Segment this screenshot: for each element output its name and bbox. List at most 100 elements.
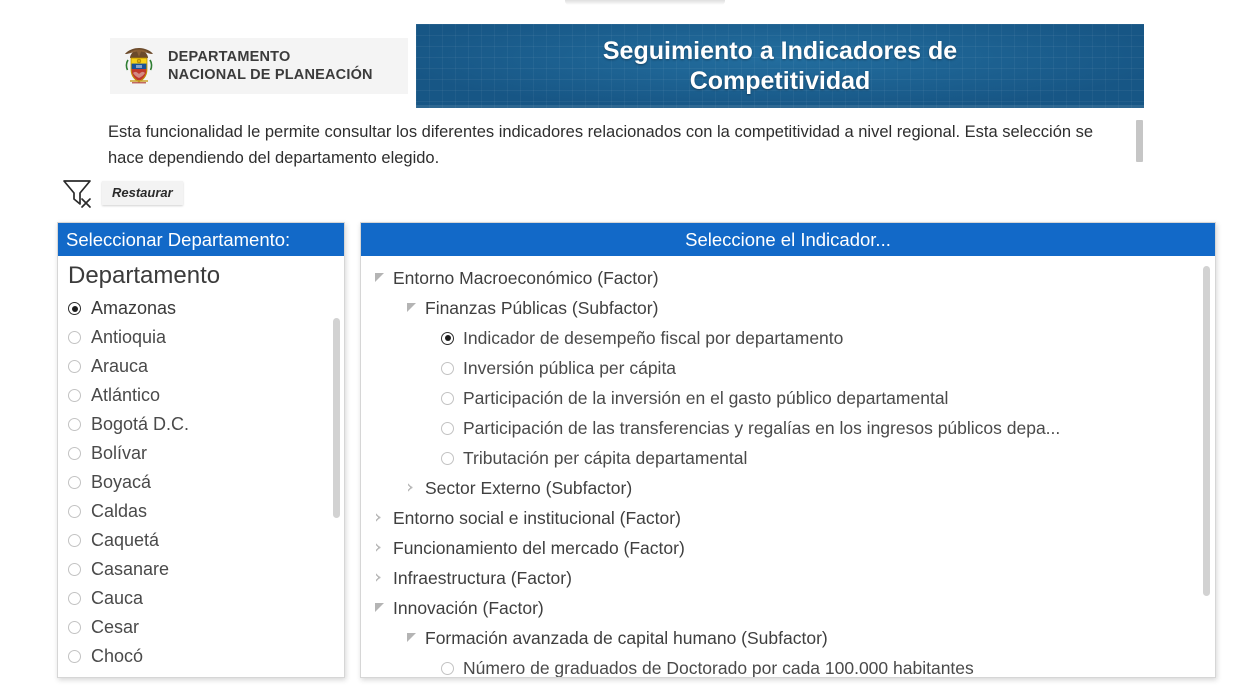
department-option-label: Chocó xyxy=(91,646,144,666)
indicator-group-row[interactable]: Funcionamiento del mercado (Factor) xyxy=(361,533,1215,563)
indicator-option-label: Tributación per cápita departamental xyxy=(463,447,748,468)
indicator-option-label: Número de graduados de Doctorado por cad… xyxy=(463,657,974,678)
radio-unselected-icon[interactable] xyxy=(68,447,81,460)
description-scrollbar-thumb[interactable] xyxy=(1136,120,1143,162)
radio-unselected-icon[interactable] xyxy=(68,389,81,402)
department-option-label: Casanare xyxy=(91,559,170,579)
chevron-down-icon[interactable] xyxy=(407,633,417,643)
app-title: Seguimiento a Indicadores de Competitivi… xyxy=(602,37,958,95)
department-option[interactable]: Amazonas xyxy=(68,294,344,323)
indicator-group-row[interactable]: Entorno Macroeconómico (Factor) xyxy=(361,263,1215,293)
department-option[interactable]: Caldas xyxy=(68,497,344,526)
chevron-down-icon[interactable] xyxy=(375,273,385,283)
indicator-scrollbar-track[interactable] xyxy=(1202,262,1211,662)
department-panel-body: Departamento Amazonas Antioquia Arauca Atlá… xyxy=(58,256,344,677)
radio-unselected-icon[interactable] xyxy=(68,650,81,663)
chevron-right-icon[interactable] xyxy=(407,483,417,493)
department-scrollbar-track[interactable] xyxy=(332,312,341,672)
radio-unselected-icon[interactable] xyxy=(441,391,454,405)
radio-selected-icon[interactable] xyxy=(68,302,81,315)
indicator-group-row[interactable]: Sector Externo (Subfactor) xyxy=(361,473,1215,503)
indicator-group-label: Sector Externo (Subfactor) xyxy=(425,477,633,498)
radio-unselected-icon[interactable] xyxy=(68,505,81,518)
indicator-group-label: Entorno Macroeconómico (Factor) xyxy=(393,267,659,288)
department-option-label: Boyacá xyxy=(91,472,152,492)
indicator-option[interactable]: Participación de la inversión en el gast… xyxy=(361,383,1215,413)
indicator-group-label: Infraestructura (Factor) xyxy=(393,567,572,588)
department-option-label: Amazonas xyxy=(91,298,177,318)
chevron-down-icon[interactable] xyxy=(375,603,385,613)
radio-unselected-icon[interactable] xyxy=(68,331,81,344)
indicator-group-label: Formación avanzada de capital humano (Su… xyxy=(425,627,828,648)
indicator-group-row[interactable]: Infraestructura (Factor) xyxy=(361,563,1215,593)
indicator-group-label: Finanzas Públicas (Subfactor) xyxy=(425,297,659,318)
radio-unselected-icon[interactable] xyxy=(68,534,81,547)
radio-unselected-icon[interactable] xyxy=(68,360,81,373)
department-panel: Seleccionar Departamento: Departamento A… xyxy=(57,222,345,678)
indicator-option[interactable]: Número de graduados de Doctorado por cad… xyxy=(361,653,1215,677)
radio-selected-icon[interactable] xyxy=(441,331,454,345)
department-option[interactable]: Atlántico xyxy=(68,381,344,410)
indicator-tree[interactable]: Entorno Macroeconómico (Factor) Finanzas … xyxy=(361,256,1215,677)
department-option[interactable]: Cauca xyxy=(68,584,344,613)
radio-unselected-icon[interactable] xyxy=(68,476,81,489)
department-option[interactable]: Casanare xyxy=(68,555,344,584)
indicator-option[interactable]: Tributación per cápita departamental xyxy=(361,443,1215,473)
department-option[interactable]: Bogotá D.C. xyxy=(68,410,344,439)
department-panel-header: Seleccionar Departamento: xyxy=(58,223,344,256)
app-title-banner: Seguimiento a Indicadores de Competitivi… xyxy=(416,24,1144,108)
department-option-label: Atlántico xyxy=(91,385,161,405)
indicator-group-label: Funcionamiento del mercado (Factor) xyxy=(393,537,685,558)
radio-unselected-icon[interactable] xyxy=(441,451,454,465)
indicator-group-label: Entorno social e institucional (Factor) xyxy=(393,507,681,528)
radio-unselected-icon[interactable] xyxy=(441,421,454,435)
indicator-option[interactable]: Participación de las transferencias y re… xyxy=(361,413,1215,443)
indicator-scrollbar-thumb[interactable] xyxy=(1203,266,1210,596)
department-radio-list[interactable]: Amazonas Antioquia Arauca Atlántico Bogotá D… xyxy=(58,294,344,671)
department-option-label: Caldas xyxy=(91,501,148,521)
indicator-option-label: Inversión pública per cápita xyxy=(463,357,677,378)
chevron-down-icon[interactable] xyxy=(407,303,417,313)
department-option-label: Arauca xyxy=(91,356,149,376)
radio-unselected-icon[interactable] xyxy=(68,592,81,605)
department-option-label: Cauca xyxy=(91,588,144,608)
department-option[interactable]: Boyacá xyxy=(68,468,344,497)
chevron-right-icon[interactable] xyxy=(375,543,385,553)
organization-name: DEPARTAMENTO NACIONAL DE PLANEACIÓN xyxy=(168,48,373,83)
radio-unselected-icon[interactable] xyxy=(441,361,454,375)
department-option[interactable]: Cesar xyxy=(68,613,344,642)
department-option[interactable]: Arauca xyxy=(68,352,344,381)
department-option[interactable]: Antioquia xyxy=(68,323,344,352)
department-scrollbar-thumb[interactable] xyxy=(333,318,340,518)
indicator-group-row[interactable]: Finanzas Públicas (Subfactor) xyxy=(361,293,1215,323)
indicator-group-row[interactable]: Innovación (Factor) xyxy=(361,593,1215,623)
indicator-option[interactable]: Inversión pública per cápita xyxy=(361,353,1215,383)
radio-unselected-icon[interactable] xyxy=(441,661,454,675)
indicator-panel-header: Seleccione el Indicador... xyxy=(361,223,1215,256)
department-option[interactable]: Bolívar xyxy=(68,439,344,468)
department-option-label: Bogotá D.C. xyxy=(91,414,190,434)
indicator-option-label: Participación de las transferencias y re… xyxy=(463,417,1061,438)
indicator-group-row[interactable]: Entorno social e institucional (Factor) xyxy=(361,503,1215,533)
radio-unselected-icon[interactable] xyxy=(68,563,81,576)
department-group-label: Departamento xyxy=(68,262,221,289)
department-option[interactable]: Caquetá xyxy=(68,526,344,555)
department-option-label: Bolívar xyxy=(91,443,148,463)
radio-unselected-icon[interactable] xyxy=(68,418,81,431)
organization-logo-block: DEPARTAMENTO NACIONAL DE PLANEACIÓN xyxy=(110,38,408,94)
clear-filter-icon[interactable] xyxy=(60,175,96,211)
radio-unselected-icon[interactable] xyxy=(68,621,81,634)
indicator-option[interactable]: Indicador de desempeño fiscal por depart… xyxy=(361,323,1215,353)
chevron-right-icon[interactable] xyxy=(375,573,385,583)
restore-filter-control[interactable]: Restaurar xyxy=(60,175,183,211)
department-option-label: Caquetá xyxy=(91,530,160,550)
department-option[interactable]: Chocó xyxy=(68,642,344,671)
indicator-group-label: Innovación (Factor) xyxy=(393,597,544,618)
indicator-group-row[interactable]: Formación avanzada de capital humano (Su… xyxy=(361,623,1215,653)
restore-button[interactable]: Restaurar xyxy=(102,181,183,205)
page-description: Esta funcionalidad le permite consultar … xyxy=(108,123,1094,167)
indicator-panel: Seleccione el Indicador... Entorno Macro… xyxy=(360,222,1216,678)
indicator-option-label: Participación de la inversión en el gast… xyxy=(463,387,949,408)
chevron-right-icon[interactable] xyxy=(375,513,385,523)
department-option-label: Cesar xyxy=(91,617,140,637)
